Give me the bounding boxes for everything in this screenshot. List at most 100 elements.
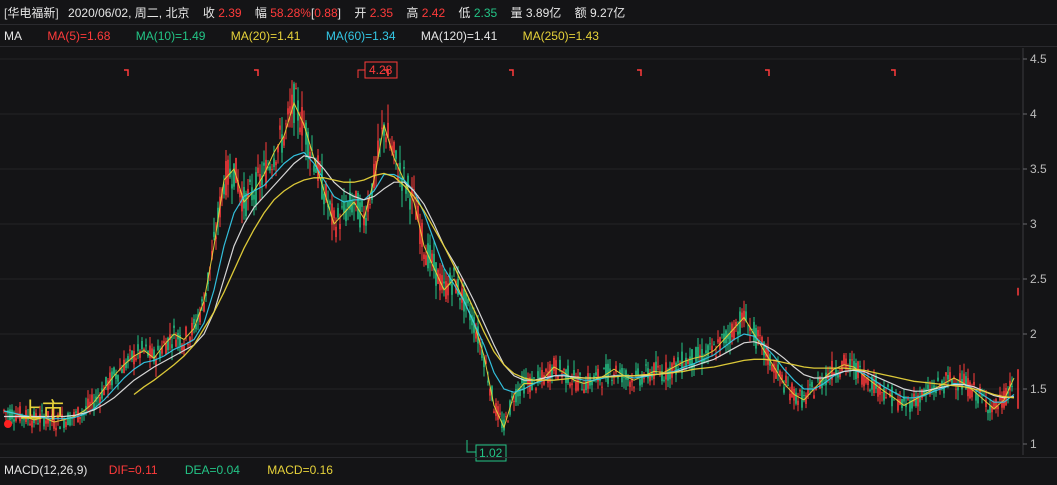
candle-body — [359, 202, 361, 228]
candle-body — [785, 375, 787, 384]
price-bars — [3, 80, 1019, 437]
candle-body — [629, 381, 631, 388]
dif-legend: DIF=0.11 — [108, 463, 158, 477]
candle-body — [625, 370, 627, 380]
candle-body — [201, 299, 203, 302]
y-tick-label: 1 — [1030, 437, 1037, 451]
candle-body — [573, 369, 575, 376]
candle-body — [335, 226, 337, 238]
candle-body — [823, 380, 825, 382]
candle-body — [287, 108, 289, 115]
candle-body — [365, 218, 367, 226]
candle-body — [757, 329, 759, 337]
candle-body — [101, 388, 103, 399]
candle-body — [135, 358, 137, 360]
candle-body — [971, 389, 973, 398]
candle-body — [341, 206, 343, 208]
candle-body — [175, 339, 177, 347]
candle-body — [771, 365, 773, 372]
candle-body — [877, 387, 879, 397]
candle-body — [273, 158, 275, 168]
candle-body — [323, 193, 325, 205]
candle-body — [915, 398, 917, 406]
candle-body — [817, 378, 819, 381]
macd-title[interactable]: MACD(12,26,9) — [4, 463, 87, 477]
y-tick-label: 1.5 — [1030, 382, 1047, 396]
candle-body — [141, 340, 143, 350]
candle-body — [743, 310, 745, 322]
candle-body — [75, 411, 77, 413]
candle-body — [361, 200, 363, 207]
candle-body — [591, 381, 593, 386]
candle-body — [685, 357, 687, 366]
candle-body — [333, 210, 335, 219]
candle-body — [613, 374, 615, 376]
period-marker — [765, 69, 770, 76]
candle-body — [445, 281, 447, 300]
candle-body — [753, 321, 755, 341]
candle-body — [887, 384, 889, 387]
candle-body — [65, 421, 67, 428]
candle-body — [499, 412, 501, 415]
candle-body — [379, 139, 381, 141]
candle-body — [157, 345, 159, 351]
kline-chart[interactable]: 4.543.532.521.51 4.28 1.02 上市 — [0, 0, 1057, 485]
candle-body — [117, 375, 119, 382]
candle-body — [581, 389, 583, 391]
candle-body — [863, 370, 865, 387]
period-marker — [509, 69, 514, 76]
candle-body — [279, 125, 281, 130]
y-tick-label: 2 — [1030, 327, 1037, 341]
candle-body — [191, 322, 193, 336]
candle-body — [409, 198, 411, 210]
candle-body — [163, 341, 165, 343]
candle-body — [1011, 385, 1013, 387]
candle-body — [571, 383, 573, 386]
candle-body — [109, 372, 111, 386]
candle-body — [611, 379, 613, 381]
candle-body — [825, 372, 827, 386]
candle-body — [657, 365, 659, 368]
candle-body — [79, 416, 81, 420]
candle-body — [315, 168, 317, 173]
period-marker — [254, 69, 259, 76]
candle-body — [795, 392, 797, 404]
candle-body — [569, 383, 571, 387]
candle-body — [845, 358, 847, 370]
candle-body — [689, 356, 691, 366]
period-marker — [124, 69, 129, 76]
candle-body — [639, 379, 641, 386]
candle-body — [269, 166, 271, 171]
candle-body — [869, 389, 871, 391]
candle-body — [519, 388, 521, 396]
candle-body — [677, 357, 679, 363]
candle-body — [633, 387, 635, 389]
candle-body — [213, 231, 215, 237]
candle-body — [271, 169, 273, 171]
candle-body — [811, 381, 813, 388]
candle-body — [563, 369, 565, 371]
candle-body — [263, 162, 265, 166]
candle-body — [549, 364, 551, 382]
candle-body — [233, 163, 235, 187]
min-label-leader — [466, 440, 476, 453]
candle-body — [813, 395, 815, 399]
candle-body — [587, 373, 589, 389]
candle-body — [537, 371, 539, 379]
candle-body — [475, 332, 477, 339]
candle-body — [837, 375, 839, 378]
candle-body — [937, 377, 939, 381]
y-tick-label: 4.5 — [1030, 52, 1047, 66]
candle-body — [859, 365, 861, 368]
candle-body — [545, 369, 547, 372]
candle-body — [797, 400, 799, 405]
candle-body — [451, 283, 453, 295]
candle-body — [257, 167, 259, 174]
candle-body — [843, 354, 845, 365]
candle-body — [285, 123, 287, 125]
candle-body — [173, 325, 175, 328]
candle-body — [425, 255, 427, 266]
candle-body — [679, 364, 681, 366]
candle-body — [393, 141, 395, 153]
candle-body — [711, 345, 713, 351]
